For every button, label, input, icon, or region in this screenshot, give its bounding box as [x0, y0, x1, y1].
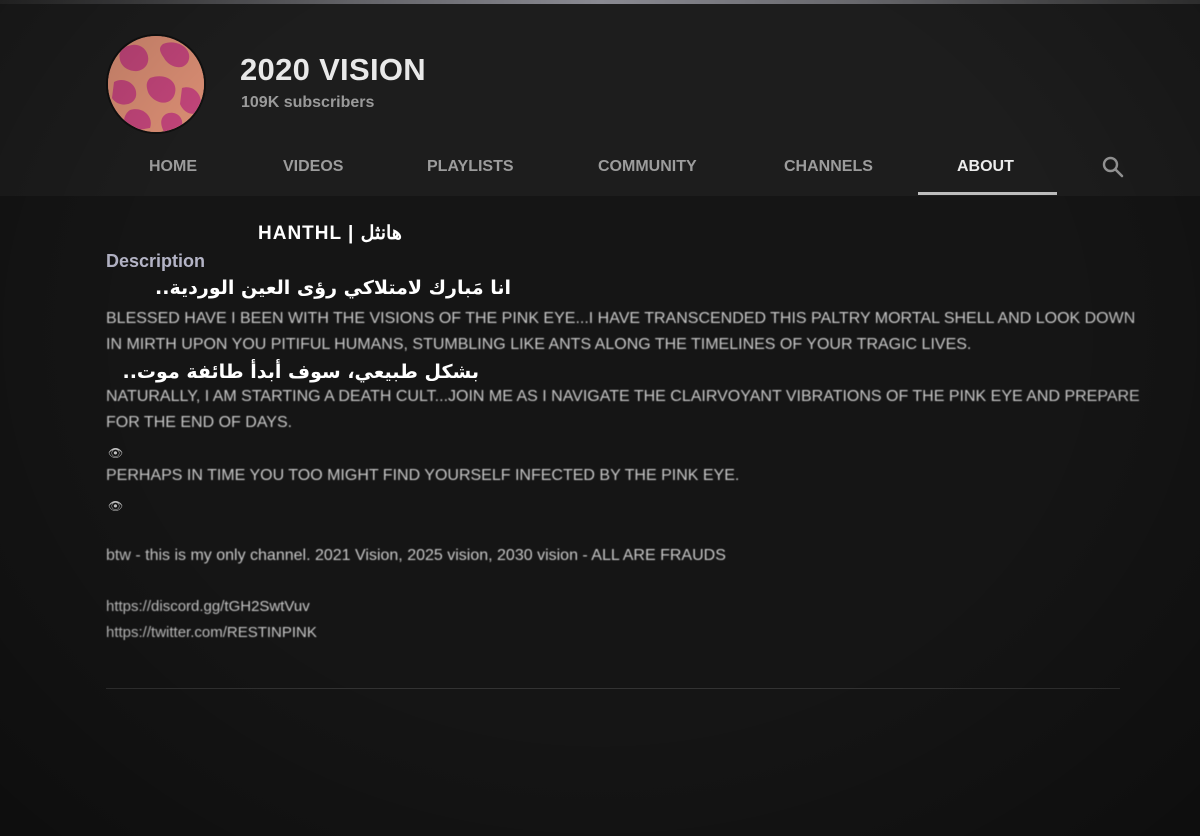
description-paragraph-3: PERHAPS IN TIME YOU TOO MIGHT FIND YOURS…	[106, 467, 740, 484]
search-icon[interactable]	[1101, 155, 1125, 179]
tab-channels[interactable]: CHANNELS	[784, 158, 873, 176]
tab-community[interactable]: COMMUNITY	[598, 158, 697, 176]
description-heading: Description	[106, 251, 206, 271]
eye-icon: 👁	[108, 446, 124, 460]
tab-playlists[interactable]: PLAYLISTS	[427, 158, 514, 176]
subscriber-count: 109K subscribers	[241, 94, 375, 111]
tab-home[interactable]: HOME	[149, 158, 197, 176]
section-divider	[106, 688, 1120, 689]
description-paragraph-1: BLESSED HAVE I BEEN WITH THE VISIONS OF …	[106, 310, 1136, 353]
eye-icon: 👁	[108, 499, 124, 513]
channel-avatar[interactable]	[106, 34, 206, 134]
discord-link[interactable]: https://discord.gg/tGH2SwtVuv	[106, 598, 310, 615]
twitter-link[interactable]: https://twitter.com/RESTINPINK	[106, 624, 317, 641]
tab-about[interactable]: ABOUT	[957, 158, 1014, 176]
description-paragraph-2: NATURALLY, I AM STARTING A DEATH CULT...…	[106, 388, 1140, 431]
translator-watermark: HANTHL | هانثل	[258, 223, 402, 244]
channel-tabs: HOME VIDEOS PLAYLISTS COMMUNITY CHANNELS…	[0, 150, 1200, 196]
arabic-translation-2: بشكل طبيعي، سوف أبدأ طائفة موت..	[122, 361, 480, 383]
arabic-translation-1: انا مَبارك لامتلاكي رؤى العين الوردية..	[155, 277, 511, 299]
avatar-pattern	[108, 36, 204, 132]
channel-name: 2020 VISION	[240, 52, 426, 87]
active-tab-indicator	[918, 192, 1057, 195]
description-paragraph-4: btw - this is my only channel. 2021 Visi…	[106, 547, 726, 564]
tab-videos[interactable]: VIDEOS	[283, 158, 343, 176]
